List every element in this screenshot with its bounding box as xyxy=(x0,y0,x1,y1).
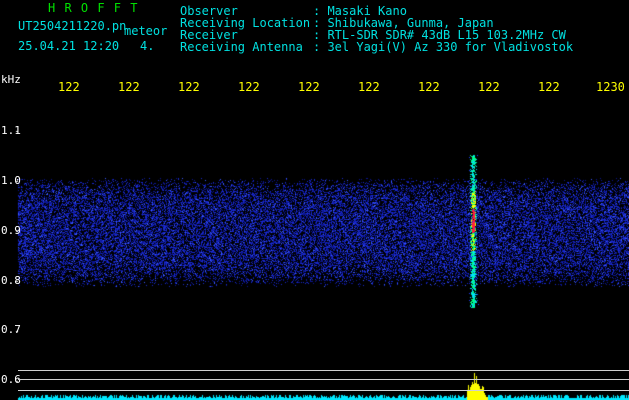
x-tick-label: 1230 xyxy=(596,80,625,94)
page-indicator: 4. xyxy=(140,39,155,53)
meteor-label: meteor xyxy=(124,24,168,38)
y-tick-label: 0.8 xyxy=(1,274,21,287)
info-value-antenna: : 3el Yagi(V) Az 330 for Vladivostok xyxy=(313,40,574,54)
level-line-mid xyxy=(18,379,629,380)
y-axis-unit: kHz xyxy=(1,73,21,86)
x-tick-label: 122 xyxy=(118,80,140,94)
y-tick-label: 0.6 xyxy=(1,373,21,386)
x-tick-label: 122 xyxy=(238,80,260,94)
x-tick-label: 122 xyxy=(538,80,560,94)
y-tick-label: 0.7 xyxy=(1,323,21,336)
x-tick-label: 122 xyxy=(358,80,380,94)
x-tick-label: 122 xyxy=(298,80,320,94)
y-tick-label: 1.0 xyxy=(1,174,21,187)
spectrogram-canvas xyxy=(0,0,629,400)
x-tick-label: 122 xyxy=(418,80,440,94)
level-line-bottom xyxy=(18,390,629,391)
x-tick-label: 122 xyxy=(178,80,200,94)
y-tick-label: 1.1 xyxy=(1,124,21,137)
station-name: H R O F F T xyxy=(48,1,139,15)
x-tick-label: 122 xyxy=(58,80,80,94)
filename: UT2504211220.pn xyxy=(18,19,127,33)
y-tick-label: 0.9 xyxy=(1,224,21,237)
spectrogram-screen: H R O F F T UT2504211220.pn meteor 25.04… xyxy=(0,0,629,400)
x-tick-label: 122 xyxy=(478,80,500,94)
datetime: 25.04.21 12:20 xyxy=(18,39,120,53)
level-line-top xyxy=(18,370,629,371)
info-label-antenna: Receiving Antenna xyxy=(180,40,303,54)
